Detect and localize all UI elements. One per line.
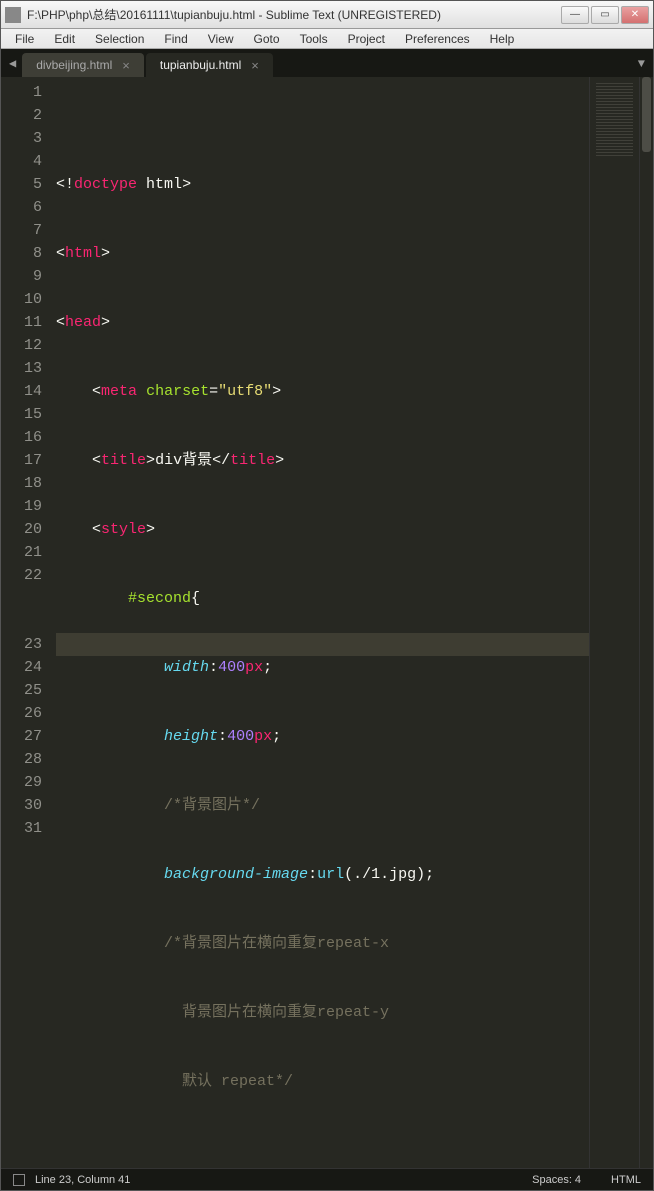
line-number: 3 — [1, 127, 42, 150]
line-number: 11 — [1, 311, 42, 334]
line-number: 10 — [1, 288, 42, 311]
tabbar: ◀ divbeijing.html × tupianbuju.html × ▼ — [1, 49, 653, 77]
tab-label: divbeijing.html — [36, 58, 112, 72]
line-number: 7 — [1, 219, 42, 242]
scrollbar-thumb[interactable] — [642, 77, 651, 152]
tab-dropdown-icon[interactable]: ▼ — [632, 57, 645, 77]
app-icon — [5, 7, 21, 23]
minimize-button[interactable]: — — [561, 6, 589, 24]
line-number: 29 — [1, 771, 42, 794]
menubar: File Edit Selection Find View Goto Tools… — [1, 29, 653, 49]
line-number: 24 — [1, 656, 42, 679]
tab-divbeijing[interactable]: divbeijing.html × — [22, 53, 144, 77]
line-number: 31 — [1, 817, 42, 840]
line-number: 27 — [1, 725, 42, 748]
cursor-position[interactable]: Line 23, Column 41 — [35, 1174, 130, 1186]
line-number: 28 — [1, 748, 42, 771]
code-editor[interactable]: <!doctype html> <html> <head> <meta char… — [56, 77, 589, 1168]
line-number: 13 — [1, 357, 42, 380]
line-number: 9 — [1, 265, 42, 288]
menu-file[interactable]: File — [7, 32, 42, 46]
menu-project[interactable]: Project — [340, 32, 393, 46]
line-number: 21 — [1, 541, 42, 564]
menu-view[interactable]: View — [200, 32, 242, 46]
line-number: 25 — [1, 679, 42, 702]
line-number: 19 — [1, 495, 42, 518]
syntax-status[interactable]: HTML — [611, 1174, 641, 1186]
editor-area: 1 2 3 4 5 6 7 8 9 10 11 12 13 14 15 16 1… — [1, 77, 653, 1168]
tab-label: tupianbuju.html — [160, 58, 241, 72]
menu-selection[interactable]: Selection — [87, 32, 152, 46]
line-number: 4 — [1, 150, 42, 173]
menu-find[interactable]: Find — [156, 32, 195, 46]
line-number: 18 — [1, 472, 42, 495]
menu-preferences[interactable]: Preferences — [397, 32, 478, 46]
line-number: 20 — [1, 518, 42, 541]
line-number: 15 — [1, 403, 42, 426]
line-number: 17 — [1, 449, 42, 472]
maximize-button[interactable]: ▭ — [591, 6, 619, 24]
minimap-content — [596, 83, 633, 158]
minimap[interactable] — [589, 77, 639, 1168]
line-number: 22 — [1, 564, 42, 633]
window-title: F:\PHP\php\总结\20161111\tupianbuju.html -… — [27, 6, 561, 23]
line-number: 8 — [1, 242, 42, 265]
line-number: 16 — [1, 426, 42, 449]
vertical-scrollbar[interactable] — [639, 77, 653, 1168]
close-icon[interactable]: × — [122, 58, 130, 73]
line-number: 23 — [1, 633, 42, 656]
line-number: 1 — [1, 81, 42, 104]
line-number: 5 — [1, 173, 42, 196]
menu-tools[interactable]: Tools — [292, 32, 336, 46]
current-line-highlight — [56, 633, 589, 656]
menu-edit[interactable]: Edit — [46, 32, 83, 46]
indentation-status[interactable]: Spaces: 4 — [532, 1174, 581, 1186]
line-number: 12 — [1, 334, 42, 357]
line-number: 2 — [1, 104, 42, 127]
tab-tupianbuju[interactable]: tupianbuju.html × — [146, 53, 273, 77]
status-icon[interactable] — [13, 1174, 25, 1186]
menu-help[interactable]: Help — [482, 32, 523, 46]
line-number: 14 — [1, 380, 42, 403]
line-number: 26 — [1, 702, 42, 725]
statusbar: Line 23, Column 41 Spaces: 4 HTML — [1, 1168, 653, 1190]
tab-scroll-left-icon[interactable]: ◀ — [9, 56, 22, 77]
app-window: F:\PHP\php\总结\20161111\tupianbuju.html -… — [0, 0, 654, 1191]
menu-goto[interactable]: Goto — [246, 32, 288, 46]
line-number: 6 — [1, 196, 42, 219]
line-gutter[interactable]: 1 2 3 4 5 6 7 8 9 10 11 12 13 14 15 16 1… — [1, 77, 56, 1168]
close-icon[interactable]: × — [251, 58, 259, 73]
close-button[interactable]: ✕ — [621, 6, 649, 24]
line-number: 30 — [1, 794, 42, 817]
window-controls: — ▭ ✕ — [561, 6, 649, 24]
titlebar[interactable]: F:\PHP\php\总结\20161111\tupianbuju.html -… — [1, 1, 653, 29]
